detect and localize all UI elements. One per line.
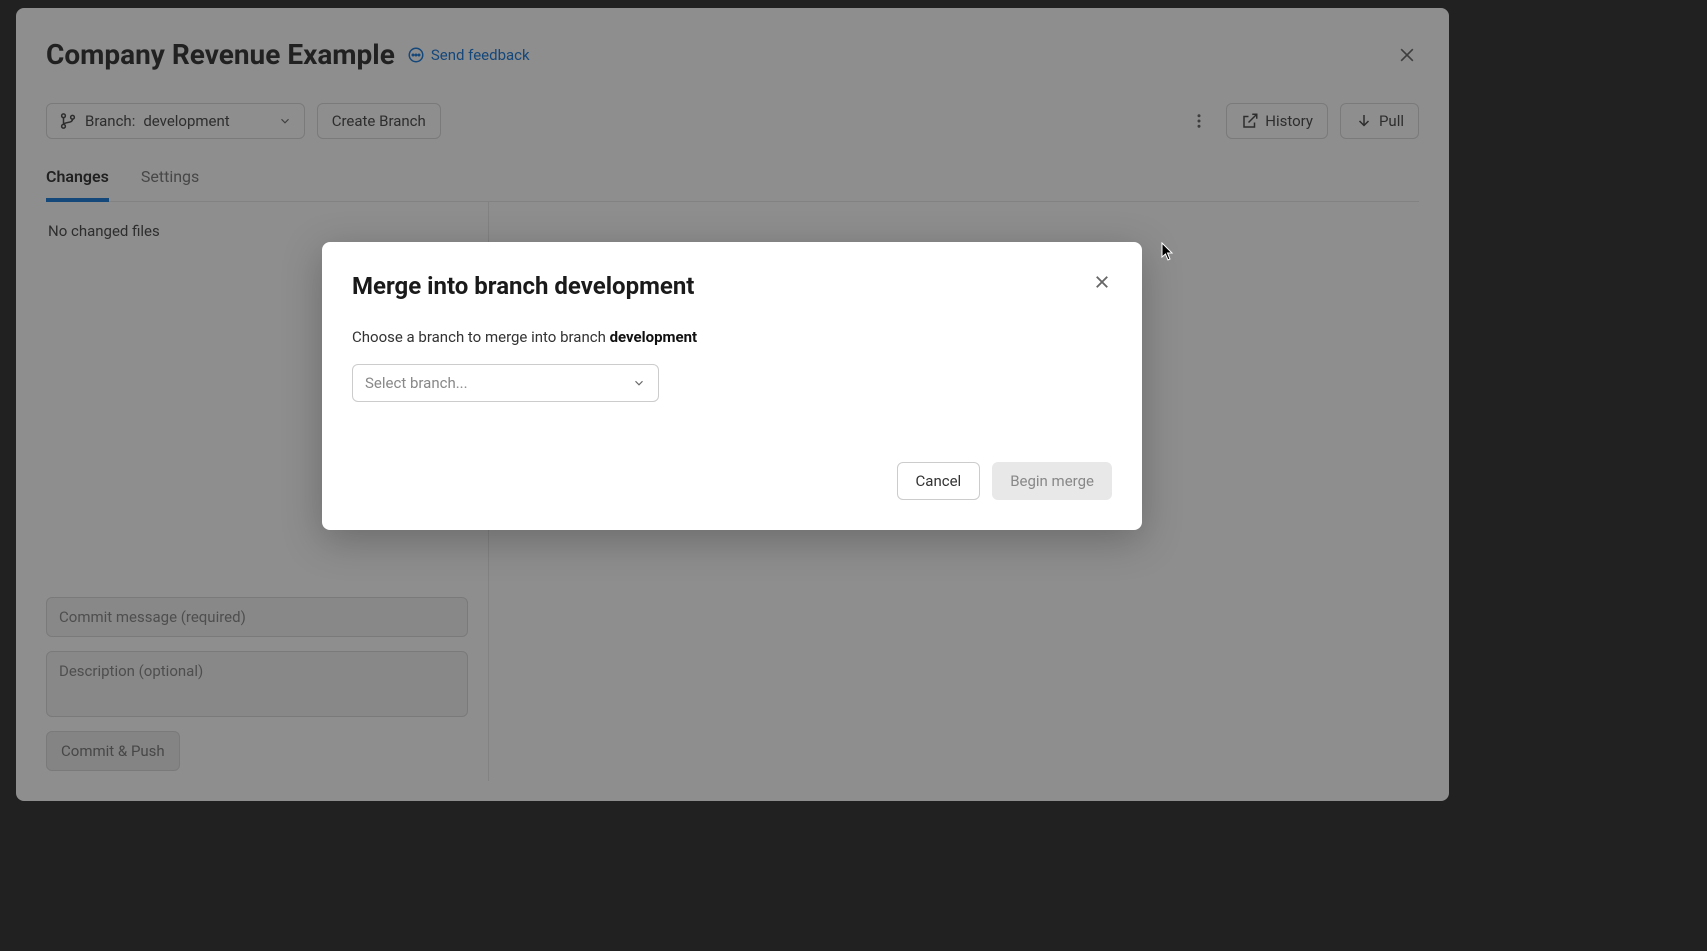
modal-footer: Cancel Begin merge: [352, 462, 1112, 500]
close-icon: [1093, 273, 1111, 291]
chevron-down-icon: [632, 376, 646, 390]
modal-header: Merge into branch development: [352, 272, 1112, 300]
modal-title: Merge into branch development: [352, 272, 694, 300]
begin-merge-label: Begin merge: [1010, 472, 1094, 490]
merge-branch-placeholder: Select branch...: [365, 374, 468, 392]
merge-branch-select[interactable]: Select branch...: [352, 364, 659, 402]
cancel-button[interactable]: Cancel: [897, 462, 981, 500]
modal-description-text: Choose a branch to merge into branch: [352, 328, 610, 346]
modal-description-branch: development: [610, 328, 698, 346]
begin-merge-button[interactable]: Begin merge: [992, 462, 1112, 500]
cancel-label: Cancel: [916, 472, 962, 490]
modal-description: Choose a branch to merge into branch dev…: [352, 328, 1112, 346]
modal-close-button[interactable]: [1092, 272, 1112, 292]
merge-modal: Merge into branch development Choose a b…: [322, 242, 1142, 530]
